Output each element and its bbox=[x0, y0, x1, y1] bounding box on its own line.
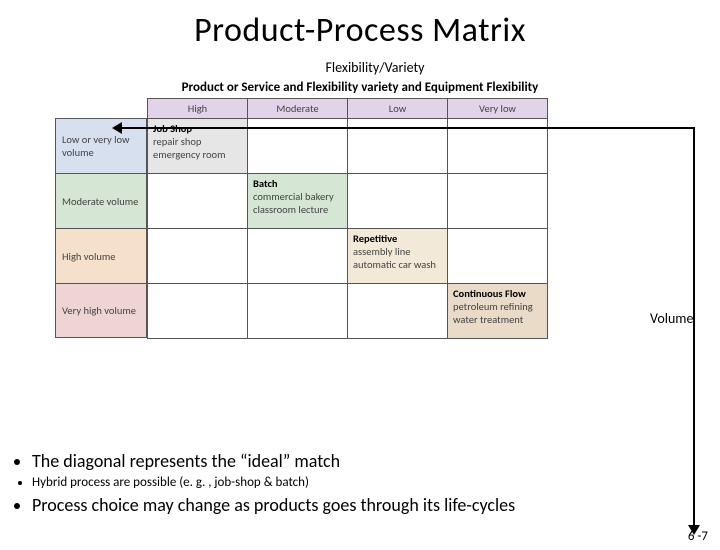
row-headers: Low or very low volume Moderate volume H… bbox=[55, 118, 147, 338]
matrix-grid: High Moderate Low Very low Job Shop repa… bbox=[147, 98, 548, 339]
cell-text: repair shop emergency room bbox=[153, 135, 225, 161]
axis-y-label: Volume bbox=[650, 310, 693, 327]
page-title: Product-Process Matrix bbox=[0, 10, 720, 51]
cell-empty bbox=[148, 174, 248, 229]
cell-batch: Batch commercial bakery classroom lectur… bbox=[248, 174, 348, 229]
cell-empty bbox=[348, 284, 448, 339]
cell-text: commercial bakery classroom lecture bbox=[253, 190, 334, 216]
cell-title: Repetitive bbox=[353, 232, 397, 245]
bullet-1: The diagonal represents the “ideal” matc… bbox=[32, 450, 704, 472]
col-header-3: Low bbox=[348, 99, 448, 119]
cell-empty bbox=[448, 174, 548, 229]
cell-title: Batch bbox=[253, 177, 278, 190]
cell-repetitive: Repetitive assembly line automatic car w… bbox=[348, 229, 448, 284]
cell-empty bbox=[148, 284, 248, 339]
cell-continuous-flow: Continuous Flow petroleum refining water… bbox=[448, 284, 548, 339]
axis-x-label: Flexibility/Variety bbox=[30, 59, 720, 76]
cell-title: Continuous Flow bbox=[453, 287, 526, 300]
row-header-2: Moderate volume bbox=[55, 173, 147, 228]
matrix-heading: Product or Service and Flexibility varie… bbox=[55, 80, 665, 95]
bullet-list: The diagonal represents the “ideal” matc… bbox=[14, 450, 704, 516]
cell-text: petroleum refining water treatment bbox=[453, 300, 533, 326]
row-header-3: High volume bbox=[55, 228, 147, 283]
page-number: 6 -7 bbox=[688, 529, 708, 544]
bullet-3: Process choice may change as products go… bbox=[32, 494, 704, 516]
matrix: Product or Service and Flexibility varie… bbox=[55, 80, 665, 370]
col-header-4: Very low bbox=[448, 99, 548, 119]
col-header-2: Moderate bbox=[248, 99, 348, 119]
bullet-2: Hybrid process are possible (e. g. , job… bbox=[32, 475, 704, 490]
row-header-4: Very high volume bbox=[55, 283, 147, 338]
cell-empty bbox=[248, 284, 348, 339]
cell-empty bbox=[348, 174, 448, 229]
cell-empty bbox=[248, 229, 348, 284]
arrow-x-icon bbox=[120, 127, 695, 129]
cell-empty bbox=[148, 229, 248, 284]
cell-text: assembly line automatic car wash bbox=[353, 245, 436, 271]
cell-empty bbox=[448, 229, 548, 284]
col-header-1: High bbox=[148, 99, 248, 119]
